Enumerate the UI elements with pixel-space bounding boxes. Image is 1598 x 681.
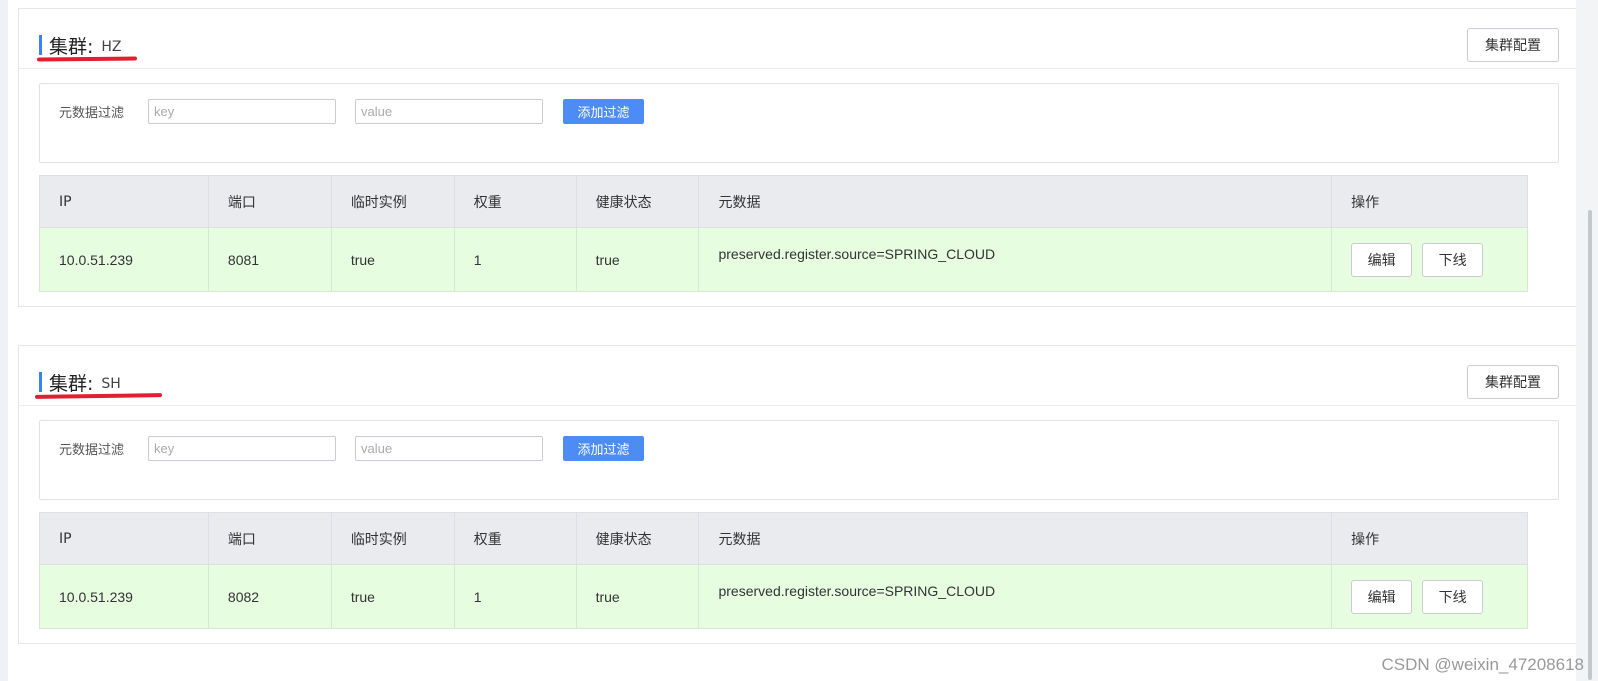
cluster-card-hz: 集群: HZ 集群配置 元数据过滤 添加过滤 IP 端口 临时实例 权重 [18,8,1580,307]
vertical-scrollbar[interactable] [1576,0,1598,681]
red-annotation-underline [34,393,163,399]
column-header-metadata: 元数据 [698,175,1333,228]
instance-table: IP 端口 临时实例 权重 健康状态 元数据 操作 10.0.51.239 80… [39,175,1528,292]
cell-health: true [575,227,700,292]
cell-ephemeral: true [330,564,455,629]
cell-weight: 1 [453,227,577,292]
column-header-ip: IP [39,512,209,565]
left-rail [0,0,8,681]
table-header-row: IP 端口 临时实例 权重 健康状态 元数据 操作 [39,512,1528,565]
column-header-metadata: 元数据 [698,512,1333,565]
title-accent-bar [39,35,42,55]
column-header-actions: 操作 [1331,512,1528,565]
add-filter-button[interactable]: 添加过滤 [563,99,644,124]
cell-ip: 10.0.51.239 [39,227,209,292]
cell-metadata: preserved.register.source=SPRING_CLOUD [698,227,1333,292]
column-header-ephemeral: 临时实例 [330,512,455,565]
column-header-actions: 操作 [1331,175,1528,228]
watermark: CSDN @weixin_47208618 [1381,655,1584,674]
table-row: 10.0.51.239 8081 true 1 true preserved.r… [39,227,1528,292]
cluster-title: 集群: SH [39,370,121,395]
table-row: 10.0.51.239 8082 true 1 true preserved.r… [39,564,1528,629]
filter-key-input[interactable] [148,99,336,124]
cluster-title-label: 集群: [49,35,94,58]
column-header-health: 健康状态 [575,512,700,565]
column-header-weight: 权重 [453,175,577,228]
scrollbar-thumb[interactable] [1588,210,1592,680]
metadata-filter-label: 元数据过滤 [59,106,125,121]
cell-metadata: preserved.register.source=SPRING_CLOUD [698,564,1333,629]
edit-button[interactable]: 编辑 [1351,242,1413,277]
add-filter-button[interactable]: 添加过滤 [563,436,644,461]
column-header-ip: IP [39,175,209,228]
column-header-port: 端口 [207,512,332,565]
column-header-ephemeral: 临时实例 [330,175,455,228]
cell-actions: 编辑 下线 [1331,227,1528,292]
offline-button[interactable]: 下线 [1422,242,1484,277]
cell-ip: 10.0.51.239 [39,564,209,629]
column-header-weight: 权重 [453,512,577,565]
instance-table: IP 端口 临时实例 权重 健康状态 元数据 操作 10.0.51.239 80… [39,512,1528,629]
cell-health: true [575,564,700,629]
cluster-config-button[interactable]: 集群配置 [1467,28,1559,62]
cluster-config-button[interactable]: 集群配置 [1467,365,1559,399]
cell-weight: 1 [453,564,577,629]
cell-ephemeral: true [330,227,455,292]
cell-actions: 编辑 下线 [1331,564,1528,629]
filter-value-input[interactable] [355,99,543,124]
cluster-title: 集群: HZ [39,33,122,58]
cluster-title-label: 集群: [49,372,94,395]
cluster-header: 集群: HZ 集群配置 [19,9,1579,69]
column-header-port: 端口 [207,175,332,228]
column-header-health: 健康状态 [575,175,700,228]
filter-key-input[interactable] [148,436,336,461]
cluster-name: HZ [101,38,122,55]
cluster-name: SH [101,375,121,392]
offline-button[interactable]: 下线 [1422,579,1484,614]
metadata-filter-box: 元数据过滤 添加过滤 [39,420,1559,500]
cell-port: 8081 [207,227,332,292]
red-annotation-underline [36,56,138,62]
cell-port: 8082 [207,564,332,629]
cluster-card-sh: 集群: SH 集群配置 元数据过滤 添加过滤 IP 端口 临时实例 权重 [18,345,1580,644]
metadata-filter-label: 元数据过滤 [59,443,125,458]
cluster-header: 集群: SH 集群配置 [19,346,1579,406]
edit-button[interactable]: 编辑 [1351,579,1413,614]
table-header-row: IP 端口 临时实例 权重 健康状态 元数据 操作 [39,175,1528,228]
metadata-filter-box: 元数据过滤 添加过滤 [39,83,1559,163]
filter-value-input[interactable] [355,436,543,461]
page: 集群: HZ 集群配置 元数据过滤 添加过滤 IP 端口 临时实例 权重 [0,0,1598,681]
title-accent-bar [39,372,42,392]
